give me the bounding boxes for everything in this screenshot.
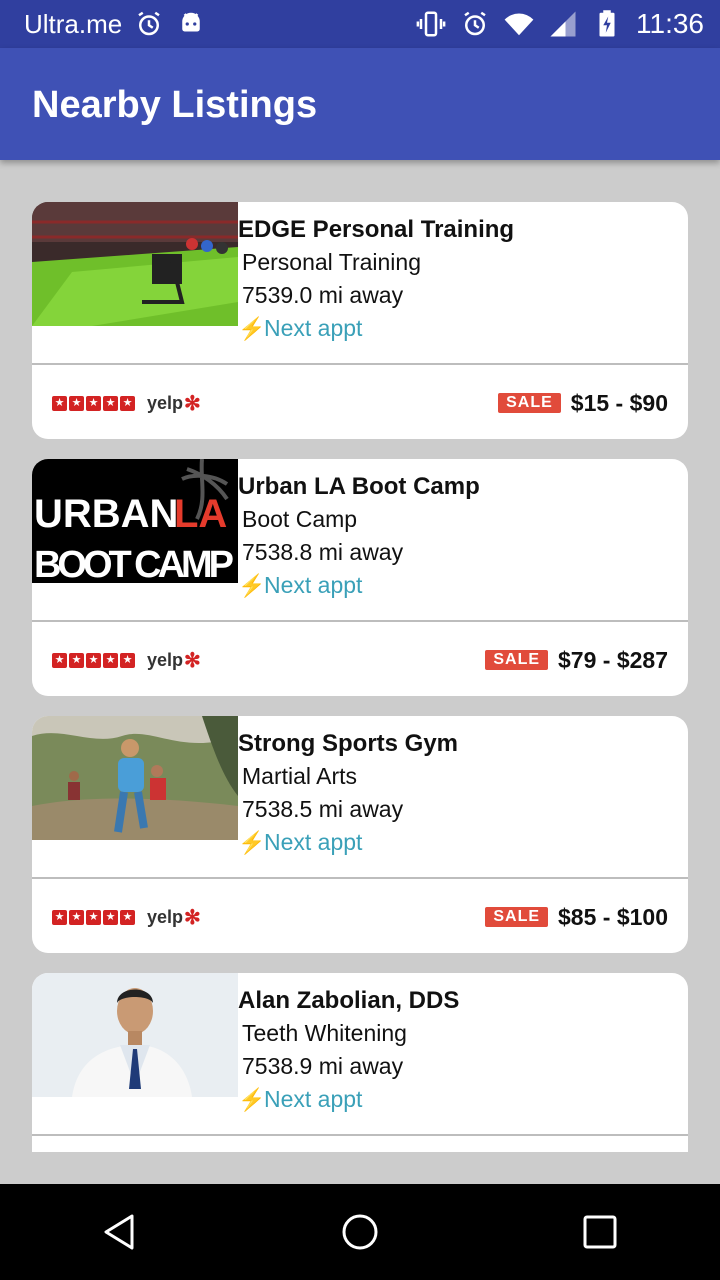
- listing-category: Teeth Whitening: [242, 1020, 407, 1046]
- yelp-logo: yelp ✻: [147, 649, 201, 672]
- listing-distance: 7539.0 mi away: [242, 282, 404, 308]
- listing-category: Boot Camp: [242, 506, 358, 532]
- signal-icon: [548, 9, 578, 39]
- star-icon: ★: [69, 395, 84, 411]
- wifi-icon: [504, 9, 534, 39]
- price-range: $15 - $90: [570, 389, 668, 416]
- listing-photo: [32, 973, 238, 1097]
- star-icon: ★: [86, 395, 101, 411]
- navigation-bar: [0, 1184, 720, 1280]
- listing-name[interactable]: Strong Sports Gym: [238, 728, 458, 760]
- listing-name[interactable]: EDGE Personal Training: [238, 214, 514, 246]
- sale-badge: SALE: [498, 393, 561, 413]
- listing-distance: 7538.8 mi away: [242, 539, 404, 565]
- alarm-icon: [134, 9, 164, 39]
- vibrate-icon: [416, 9, 446, 39]
- logo-text-bootcamp: BOOT CAMP: [34, 544, 234, 583]
- listing-card[interactable]: Strong Sports Gym Martial Arts 7538.5 mi…: [32, 716, 688, 953]
- app-bar: Nearby Listings: [0, 48, 720, 160]
- star-icon: ★: [52, 909, 67, 925]
- price-range: $85 - $100: [558, 903, 668, 930]
- star-rating: ★ ★ ★ ★ ★: [52, 652, 135, 668]
- listing-photo: [32, 202, 238, 326]
- listing-name[interactable]: Alan Zabolian, DDS: [238, 985, 459, 1017]
- yelp-burst-icon: ✻: [184, 392, 201, 415]
- listing-category: Personal Training: [242, 249, 421, 275]
- status-bar: Ultra.me 11:36: [0, 0, 720, 48]
- listing-card[interactable]: URBAN LA BOOT CAMP Urban LA Boot Camp Bo…: [32, 459, 688, 696]
- sale-badge: SALE: [485, 650, 549, 670]
- star-icon: ★: [52, 395, 67, 411]
- star-icon: ★: [120, 652, 135, 668]
- yelp-logo: yelp ✻: [147, 392, 201, 415]
- next-appt-link[interactable]: ⚡ Next appt: [238, 312, 514, 345]
- listing-name[interactable]: Urban LA Boot Camp: [238, 471, 480, 503]
- carrier-label: Ultra.me: [24, 8, 123, 39]
- next-appt-link[interactable]: ⚡ Next appt: [238, 826, 458, 859]
- listing-category: Martial Arts: [242, 763, 358, 789]
- star-icon: ★: [103, 909, 118, 925]
- star-icon: ★: [120, 395, 135, 411]
- star-icon: ★: [86, 909, 101, 925]
- logo-text-la: LA: [174, 492, 227, 536]
- star-icon: ★: [52, 652, 67, 668]
- yelp-burst-icon: ✻: [184, 906, 201, 929]
- listing-photo: URBAN LA BOOT CAMP: [32, 459, 238, 583]
- sale-badge: SALE: [485, 907, 549, 927]
- star-rating: ★ ★ ★ ★ ★: [52, 395, 135, 411]
- yelp-logo: yelp ✻: [147, 906, 201, 929]
- price-range: $79 - $287: [558, 646, 668, 673]
- listings-list[interactable]: EDGE Personal Training Personal Training…: [32, 202, 688, 1152]
- recents-square-icon: [583, 1215, 617, 1249]
- star-icon: ★: [103, 395, 118, 411]
- next-appt-link[interactable]: ⚡ Next appt: [238, 569, 480, 602]
- recents-button[interactable]: [560, 1192, 640, 1272]
- star-icon: ★: [120, 909, 135, 925]
- lightning-icon: ⚡: [238, 830, 266, 855]
- star-icon: ★: [69, 909, 84, 925]
- home-button[interactable]: [320, 1192, 400, 1272]
- star-icon: ★: [86, 652, 101, 668]
- listing-distance: 7538.5 mi away: [242, 796, 404, 822]
- logo-text-urban: URBAN: [34, 492, 178, 536]
- listing-card[interactable]: EDGE Personal Training Personal Training…: [32, 202, 688, 439]
- listing-distance: 7538.9 mi away: [242, 1053, 404, 1079]
- lightning-icon: ⚡: [238, 316, 266, 341]
- android-icon: [176, 9, 206, 39]
- back-triangle-icon: [104, 1214, 134, 1250]
- lightning-icon: ⚡: [238, 573, 266, 598]
- next-appt-link[interactable]: ⚡ Next appt: [238, 1083, 459, 1116]
- star-rating: ★ ★ ★ ★ ★: [52, 909, 135, 925]
- battery-charging-icon: [592, 9, 622, 39]
- home-circle-icon: [342, 1214, 378, 1250]
- alarm-icon: [460, 9, 490, 39]
- yelp-burst-icon: ✻: [184, 649, 201, 672]
- page-title: Nearby Listings: [32, 84, 318, 126]
- star-icon: ★: [103, 652, 118, 668]
- listing-photo: [32, 716, 238, 840]
- star-icon: ★: [69, 652, 84, 668]
- clock: 11:36: [636, 8, 704, 39]
- back-button[interactable]: [80, 1192, 160, 1272]
- lightning-icon: ⚡: [238, 1087, 266, 1112]
- listing-card[interactable]: Alan Zabolian, DDS Teeth Whitening 7538.…: [32, 973, 688, 1152]
